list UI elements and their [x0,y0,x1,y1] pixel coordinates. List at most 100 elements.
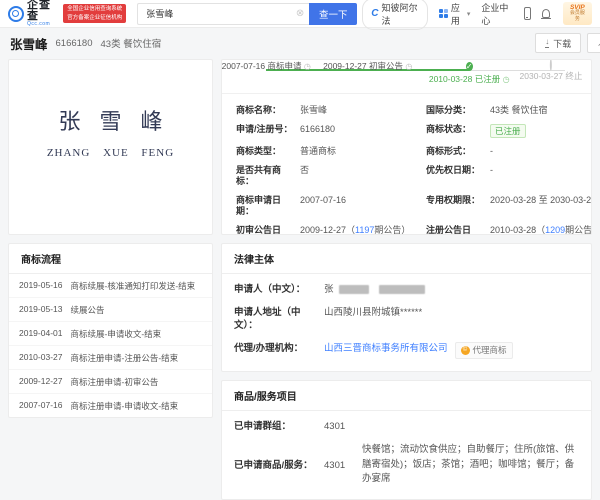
trademark-image-chinese: 张雪峰 [58,104,181,136]
agency-label: 代理/办理机构： [234,342,324,359]
flow-row: 2009-12-27 商标注册申请-初审公告 [9,370,212,394]
trademark-timeline: 2007-07-16 商标申请 ◷ 2009-12-27 初审公告 ◷ ✓ 20… [222,60,591,94]
zhibi-alpha-icon: C [371,9,378,19]
timeline-step-preliminary: 2009-12-27 初审公告 ◷ [309,60,427,72]
flow-row: 2019-05-16 商标续展-核准通知打印发送-结束 [9,274,212,298]
applied-group-row: 已申请群组： 4301 [234,415,579,438]
agency-mark-icon: © [461,346,470,355]
svip-badge[interactable]: SVIP 会员服务 [563,2,592,25]
goods-services-card: 商品/服务项目 已申请群组： 4301 已申请商品/服务： 4301 快餐馆；流… [221,380,592,500]
detail-label: 商标形式： [426,142,490,161]
mobile-app-icon[interactable] [524,7,531,20]
detail-label: 商标类型： [236,142,300,161]
detail-label: 商标状态： [426,120,490,142]
detail-value: 2010-03-28（ [490,225,545,235]
qcc-logo-icon [8,6,24,22]
address-label: 申请人地址（中文）： [234,306,324,332]
detail-value: 2020-03-28 至 2030-03-27 [490,191,577,221]
qcc-logo[interactable]: 企查查 Qcc.com [8,0,58,27]
gov-certification-badge: 全国企业信用查询系统 官方备案企业征信机构 [63,4,126,23]
detail-value: 2007-07-16 [300,191,426,221]
detail-value: 6166180 [300,120,426,142]
gazette-link[interactable]: 1197 [355,225,374,235]
chevron-down-icon: ▾ [467,10,471,18]
redacted-block [379,285,425,294]
detail-label: 国际分类： [426,101,490,120]
flow-date: 2009-12-27 [19,376,62,388]
detail-value: 期公告） [374,225,410,235]
detail-value: - [490,142,577,161]
qcc-logo-text: 企查查 Qcc.com [27,0,58,27]
gazette-link[interactable]: 1209 [545,225,565,235]
legal-entity-card: 法律主体 申请人（中文）： 张 申请人地址（中文）： 山西陵川县附城镇*****… [221,243,592,372]
applicant-row: 申请人（中文）： 张 [234,278,579,301]
enterprise-center-link[interactable]: 企业中心 [481,1,512,27]
detail-label: 优先权日期： [426,161,490,191]
flow-text: 商标续展-申请收文-结束 [70,328,161,340]
clear-search-icon[interactable]: ⊗ [296,8,304,20]
agency-company-link[interactable]: 山西三晋商标事务所有限公司 [324,343,448,354]
title-actions: ↓ 下载 ↗ [535,33,600,53]
detail-value: - [490,161,577,191]
trademark-flow-card: 商标流程 2019-05-16 商标续展-核准通知打印发送-结束 2019-05… [8,243,213,418]
applied-services-label: 已申请商品/服务： [234,459,324,472]
apps-label: 应用 [451,1,464,27]
svip-sublabel: 会员服务 [569,11,586,23]
step-label: 商标申请 [268,61,302,71]
status-badge: 已注册 [490,124,526,138]
page-title: 张雪峰 [10,34,48,53]
detail-value: 普通商标 [300,142,426,161]
detail-label: 是否共有商标： [236,161,300,191]
detail-label: 商标申请日期： [236,191,300,221]
agency-value: 山西三晋商标事务所有限公司 ©代理商标 [324,342,513,359]
flow-text: 商标续展-核准通知打印发送-结束 [70,280,195,292]
share-button[interactable]: ↗ [587,33,600,53]
zhibi-alpha-link[interactable]: C 知彼阿尔法 [362,0,428,30]
legal-card-title: 法律主体 [222,244,591,274]
zhibi-alpha-label: 知彼阿尔法 [381,1,418,27]
step-date: 2009-12-27 [323,61,366,71]
detail-value: 43类 餐饮住宿 [490,101,577,120]
flow-date: 2019-04-01 [19,328,62,340]
download-icon: ↓ [545,38,549,48]
step-date: 2010-03-28 [429,74,472,84]
flow-date: 2019-05-16 [19,280,62,292]
flow-text: 商标注册申请-注册公告-结束 [70,352,178,364]
navbar-right: C 知彼阿尔法 应用 ▾ 企业中心 SVIP 会员服务 [362,0,592,30]
gov-badge-line2: 官方备案企业征信机构 [67,14,122,22]
applied-services-group: 4301 [324,459,362,472]
trademark-details-grid: 商标名称： 张雪峰 国际分类： 43类 餐饮住宿 申请/注册号： 6166180… [222,94,591,235]
flow-row: 2019-05-13 续展公告 [9,298,212,322]
flow-text: 商标注册申请-初审公告 [70,376,158,388]
trademark-title-bar: 张雪峰 6166180 43类 餐饮住宿 ↓ 下载 ↗ [0,28,600,57]
flow-card-title: 商标流程 [9,244,212,274]
flow-row: 2007-07-16 商标注册申请-申请收文-结束 [9,394,212,417]
apps-menu[interactable]: 应用 ▾ [439,1,471,27]
applied-services-row: 已申请商品/服务： 4301 快餐馆；流动饮食供应；自助餐厅；住所(旅馆、供膳寄… [234,438,579,492]
flow-text: 续展公告 [70,304,104,316]
search-bar: ⊗ 查一下 [137,3,357,25]
detail-value: 张雪峰 [300,101,426,120]
timeline-step-expiry: 2030-03-27 终止 [492,60,592,82]
download-button[interactable]: ↓ 下载 [535,33,581,53]
gov-badge-line1: 全国企业信用查询系统 [67,5,122,13]
trademark-number: 6166180 [56,38,93,49]
flow-date: 2019-05-13 [19,304,62,316]
trademark-category: 43类 餐饮住宿 [101,36,162,50]
flow-row: 2010-03-27 商标注册申请-注册公告-结束 [9,346,212,370]
detail-label: 专用权期限： [426,191,490,221]
check-circle-icon: ✓ [466,62,473,71]
download-label: 下载 [553,37,571,50]
flow-text: 商标注册申请-申请收文-结束 [70,400,178,412]
applicant-value: 张 [324,283,425,296]
apps-grid-icon [439,9,448,18]
search-button[interactable]: 查一下 [309,3,357,25]
redacted-block [339,285,369,294]
agency-badge-label: 代理商标 [473,344,507,357]
search-input[interactable] [137,3,309,25]
detail-value: 期公告） [565,225,592,235]
notifications-bell-icon[interactable] [542,9,550,18]
detail-value: 2009-12-27（ [300,225,355,235]
trademark-detail-card: 2007-07-16 商标申请 ◷ 2009-12-27 初审公告 ◷ ✓ 20… [221,59,592,235]
agency-row: 代理/办理机构： 山西三晋商标事务所有限公司 ©代理商标 [234,337,579,364]
